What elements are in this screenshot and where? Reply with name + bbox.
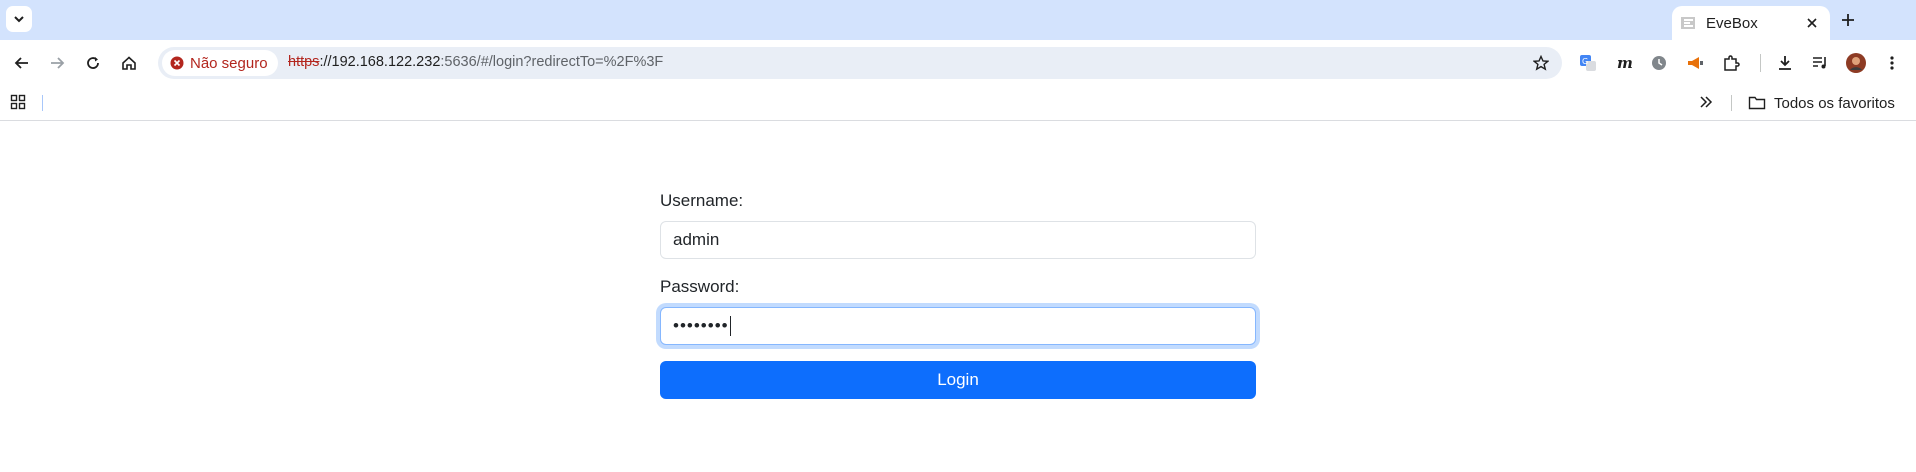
- username-value: admin: [673, 230, 720, 249]
- home-icon: [122, 56, 136, 70]
- url-text[interactable]: https://192.168.122.232:5636/#/login?red…: [288, 54, 663, 70]
- browser-menu-button[interactable]: [1880, 51, 1904, 75]
- m-extension-icon: m: [1617, 54, 1633, 72]
- tab-title: EveBox: [1706, 14, 1758, 32]
- playlist-icon: [1813, 57, 1826, 69]
- downloads-button[interactable]: [1773, 51, 1797, 75]
- username-input[interactable]: admin: [660, 221, 1256, 259]
- toolbar-separator: [1760, 54, 1761, 72]
- bookmarks-separator: [42, 95, 43, 111]
- password-value: ••••••••: [673, 316, 729, 335]
- url-path: :5636/#/login?redirectTo=%2F%3F: [440, 54, 664, 70]
- megaphone-extension-button[interactable]: [1683, 51, 1707, 75]
- home-button[interactable]: [117, 51, 141, 75]
- megaphone-icon: [1688, 57, 1703, 69]
- bookmarks-bar: Todos os favoritos: [0, 86, 1916, 121]
- plus-icon: [1842, 14, 1854, 26]
- password-label: Password:: [660, 277, 740, 296]
- username-label: Username:: [660, 191, 744, 210]
- arrow-right-icon: [51, 57, 65, 69]
- url-scheme: https: [288, 54, 320, 70]
- chevron-down-icon: [14, 16, 24, 23]
- tab-search-button[interactable]: [6, 6, 32, 32]
- reload-button[interactable]: [81, 51, 105, 75]
- puzzle-icon: [1724, 55, 1740, 71]
- security-chip[interactable]: Não seguro: [162, 50, 278, 76]
- double-chevron-right-icon: [1700, 96, 1713, 108]
- not-secure-icon: [170, 56, 184, 70]
- svg-text:m: m: [1617, 54, 1633, 72]
- password-input[interactable]: ••••••••: [660, 307, 1256, 345]
- login-button[interactable]: Login: [660, 361, 1256, 399]
- reload-icon: [87, 57, 99, 69]
- browser-toolbar: Não seguro https://192.168.122.232:5636/…: [0, 40, 1916, 86]
- translate-icon: G: [1580, 55, 1596, 71]
- m-extension-button[interactable]: m: [1612, 51, 1636, 75]
- text-caret: [729, 316, 731, 336]
- address-bar[interactable]: Não seguro https://192.168.122.232:5636/…: [158, 47, 1562, 79]
- bookmarks-separator-right: [1731, 95, 1732, 111]
- avatar: [1846, 53, 1866, 73]
- download-icon: [1779, 56, 1791, 70]
- page-content: Username: admin Password: •••••••• Login: [0, 121, 1916, 472]
- bookmark-star-button[interactable]: [1530, 52, 1552, 74]
- forward-button[interactable]: [45, 51, 69, 75]
- folder-icon: [1748, 96, 1766, 110]
- translate-extension-button[interactable]: G: [1576, 51, 1600, 75]
- tab-evebox[interactable]: EveBox: [1672, 6, 1830, 40]
- arrow-left-icon: [14, 57, 28, 69]
- close-tab-icon[interactable]: [1802, 13, 1822, 33]
- more-vert-icon: [1890, 56, 1894, 70]
- evebox-favicon-icon: [1681, 17, 1695, 29]
- profile-button[interactable]: [1844, 51, 1868, 75]
- clock-extension-icon: [1652, 56, 1666, 70]
- apps-grid-icon: [10, 94, 26, 110]
- all-bookmarks-label: Todos os favoritos: [1774, 94, 1895, 112]
- clock-extension-button[interactable]: [1647, 51, 1671, 75]
- media-controls-button[interactable]: [1808, 51, 1832, 75]
- new-tab-button[interactable]: [1836, 8, 1860, 32]
- star-icon: [1533, 55, 1549, 71]
- more-bookmarks-button[interactable]: [1698, 94, 1716, 112]
- all-bookmarks-folder[interactable]: Todos os favoritos: [1748, 91, 1895, 115]
- tab-strip: EveBox: [0, 0, 1916, 40]
- security-chip-label: Não seguro: [190, 54, 268, 72]
- svg-text:G: G: [1582, 57, 1588, 66]
- back-button[interactable]: [10, 51, 34, 75]
- extensions-button[interactable]: [1719, 51, 1743, 75]
- url-host: ://192.168.122.232: [319, 54, 441, 70]
- apps-button[interactable]: [10, 94, 28, 112]
